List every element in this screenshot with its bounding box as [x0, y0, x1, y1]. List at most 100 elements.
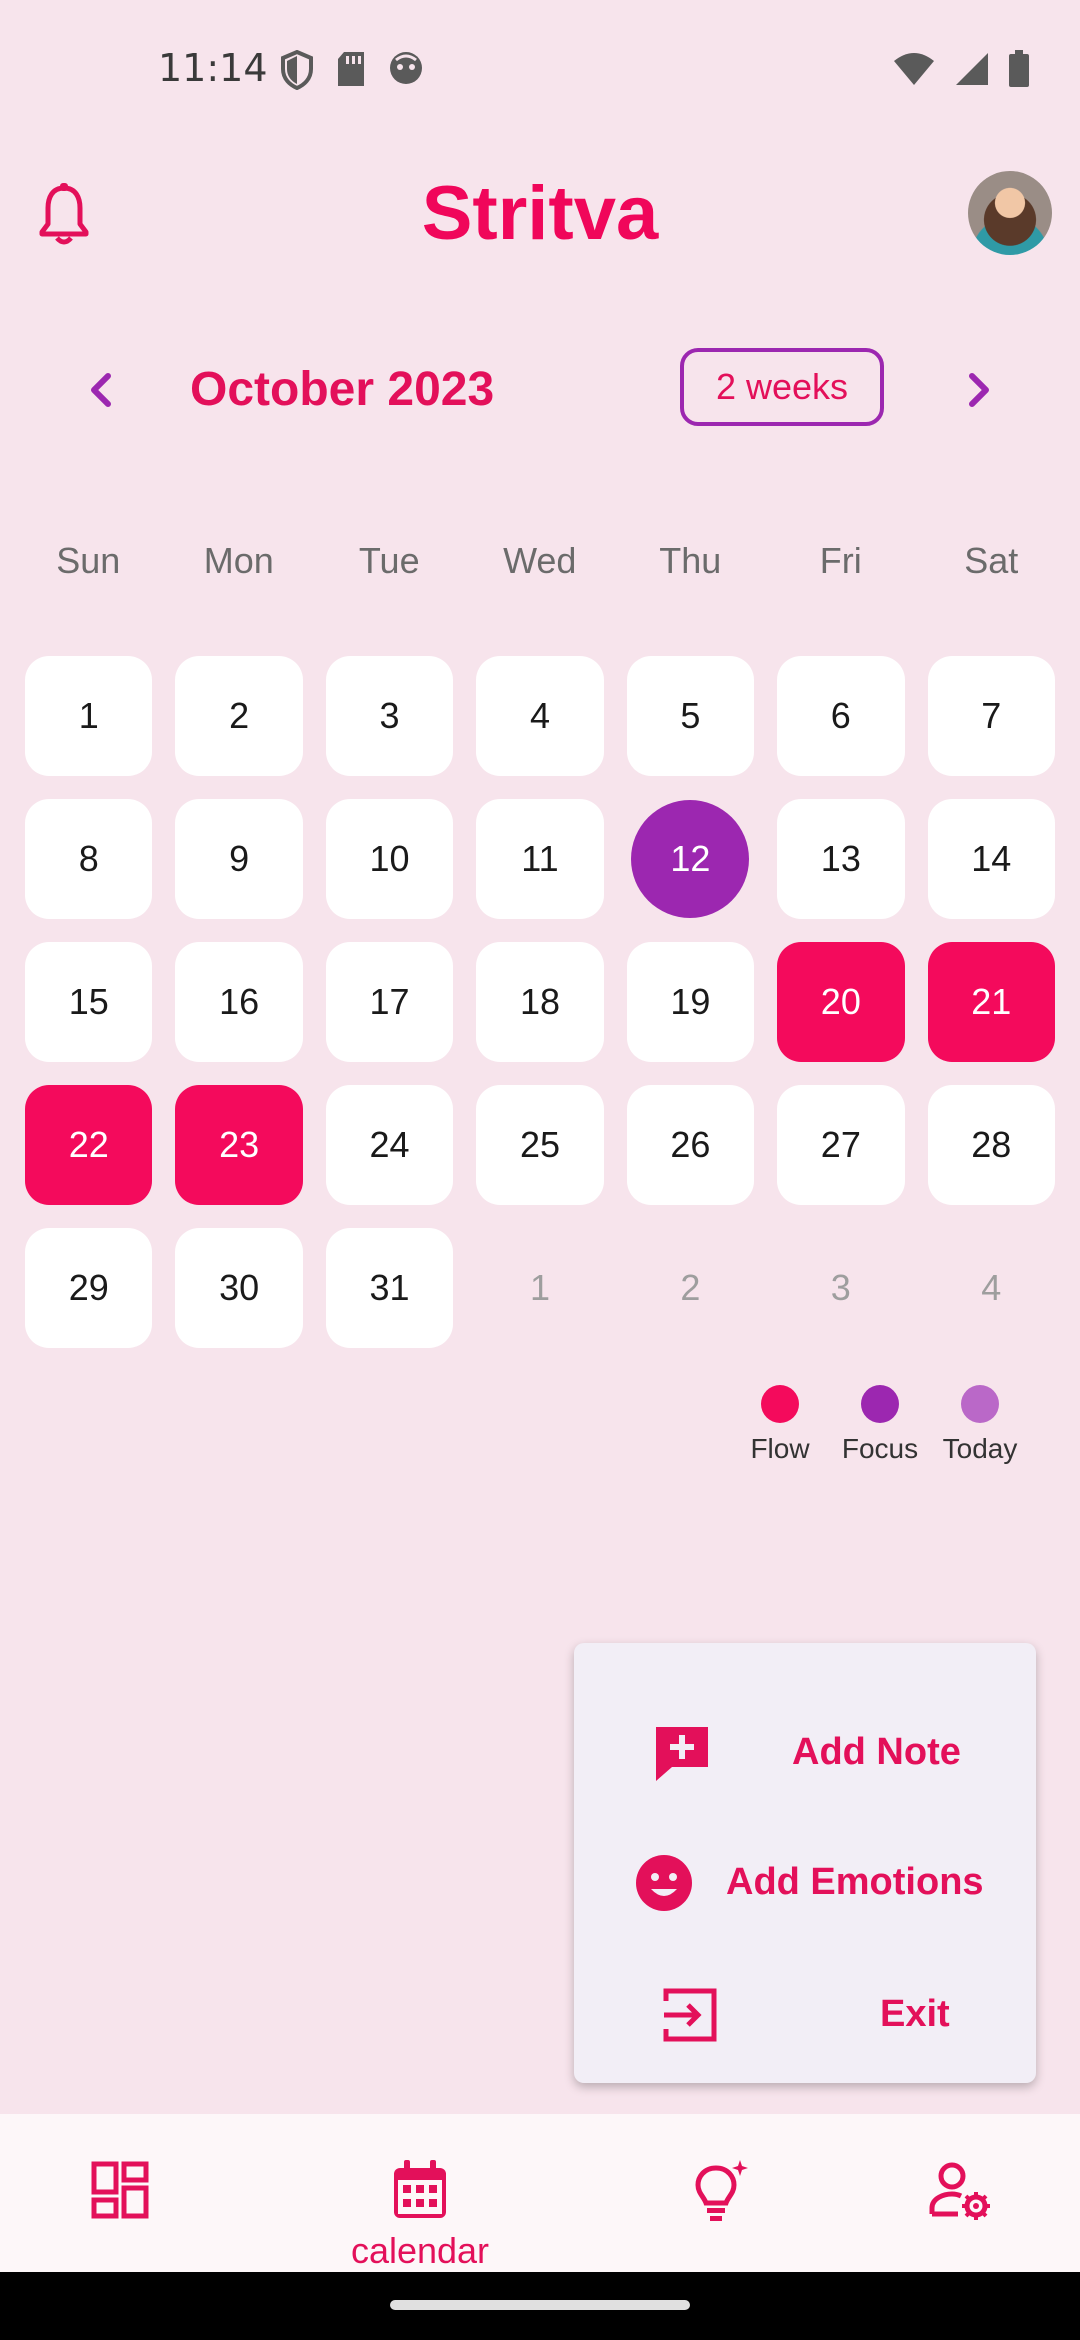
weekday-label: Wed [503, 540, 577, 581]
day-cell[interactable]: 17 [325, 942, 454, 1062]
day-number: 17 [369, 981, 410, 1022]
week-row: 15 16 17 18 19 20 21 [25, 942, 1055, 1062]
day-cell[interactable]: 21 [927, 942, 1055, 1062]
day-cell[interactable]: 19 [626, 942, 755, 1062]
avatar[interactable] [968, 171, 1052, 255]
day-cell[interactable]: 13 [777, 799, 905, 919]
day-cell[interactable]: 10 [325, 799, 454, 919]
day-cell[interactable]: 5 [626, 656, 755, 776]
add-note-menu-item[interactable]: Add Note [574, 1693, 1036, 1813]
exit-label: Exit [880, 1993, 950, 2035]
nav-profile-settings[interactable] [890, 2138, 1030, 2268]
chevron-right-icon[interactable] [956, 368, 1000, 412]
app-title: Stritva [421, 171, 659, 256]
day-number: 24 [369, 1124, 410, 1165]
day-number: 3 [379, 695, 400, 736]
weekday-header: Sun Mon Tue Wed Thu Fri Sat [13, 540, 1067, 582]
shield-icon [281, 50, 313, 90]
action-menu: Add Note Add Emotions Exit [574, 1643, 1036, 2083]
day-number: 1 [78, 695, 99, 736]
day-number: 19 [670, 981, 711, 1022]
day-cell[interactable]: 7 [927, 656, 1055, 776]
day-cell[interactable]: 14 [927, 799, 1055, 919]
week-row: 8 9 10 11 12 13 14 [25, 799, 1055, 919]
weekday-label: Mon [203, 540, 274, 581]
exit-icon [663, 1988, 717, 2042]
day-number: 2 [680, 1267, 701, 1308]
add-note-label: Add Note [792, 1731, 961, 1773]
day-cell[interactable]: 1 [25, 656, 153, 776]
day-number: 9 [229, 838, 250, 879]
range-toggle-button[interactable]: 2 weeks [680, 348, 884, 426]
day-number: 4 [529, 695, 550, 736]
month-label: October 2023 [190, 363, 495, 416]
nav-insights[interactable] [650, 2138, 790, 2268]
day-cell[interactable]: 23 [175, 1085, 303, 1205]
day-number: 15 [68, 981, 109, 1022]
day-number: 27 [820, 1124, 861, 1165]
legend-item: Focus [840, 1385, 920, 1465]
day-number: 1 [529, 1267, 550, 1308]
day-cell[interactable]: 30 [175, 1228, 303, 1348]
day-cell-adjacent-month: 3 [777, 1228, 904, 1348]
day-number: 26 [670, 1124, 711, 1165]
day-cell[interactable]: 22 [25, 1085, 153, 1205]
home-indicator[interactable] [390, 2300, 690, 2310]
lightbulb-sparkle-icon [695, 2160, 748, 2221]
signal-icon [956, 53, 988, 85]
day-cell[interactable]: 4 [476, 656, 604, 776]
day-cell[interactable]: 18 [476, 942, 604, 1062]
week-row: 29 30 31 1 2 3 4 [25, 1228, 1055, 1348]
day-cell[interactable]: 9 [175, 799, 303, 919]
face-icon [390, 52, 422, 84]
day-number: 20 [820, 981, 861, 1022]
day-cell-adjacent-month: 1 [476, 1228, 603, 1348]
exit-menu-item[interactable]: Exit [574, 1955, 1036, 2075]
weekday-label: Tue [358, 540, 420, 581]
day-cell[interactable]: 11 [476, 799, 604, 919]
day-cell[interactable]: 26 [626, 1085, 755, 1205]
day-number: 21 [971, 981, 1012, 1022]
day-number: 13 [820, 838, 861, 879]
day-cell-adjacent-month: 4 [928, 1228, 1055, 1348]
day-number: 16 [219, 981, 260, 1022]
day-number: 8 [78, 838, 99, 879]
legend-label: Focus [841, 1433, 919, 1464]
day-number: 3 [830, 1267, 851, 1308]
weekday-label: Sun [56, 540, 121, 581]
nav-dashboard[interactable] [50, 2138, 190, 2268]
gesture-bar [0, 2272, 1080, 2340]
calendar-icon [394, 2160, 446, 2218]
calendar-grid: 1 2 3 4 5 6 7 8 9 10 11 12 13 14 15 16 17 18 19 20 21 22 23 24 2… [25, 656, 1055, 1371]
day-cell[interactable]: 24 [325, 1085, 454, 1205]
bottom-navigation: calendar [0, 2114, 1080, 2272]
day-cell[interactable]: 27 [777, 1085, 905, 1205]
day-number: 5 [680, 695, 701, 736]
day-cell[interactable]: 2 [175, 656, 303, 776]
sd-card-icon [338, 52, 364, 86]
dashboard-icon [91, 2161, 149, 2219]
day-cell[interactable]: 8 [25, 799, 153, 919]
chevron-left-icon[interactable] [80, 368, 124, 412]
day-cell[interactable]: 15 [25, 942, 153, 1062]
month-navigation: October 2023 2 weeks [0, 340, 1080, 440]
day-number: 29 [68, 1267, 109, 1308]
add-emotions-menu-item[interactable]: Add Emotions [574, 1823, 1036, 1943]
day-number: 4 [981, 1267, 1002, 1308]
day-cell-adjacent-month: 2 [627, 1228, 754, 1348]
nav-calendar[interactable]: calendar [350, 2138, 490, 2271]
day-cell[interactable]: 29 [25, 1228, 153, 1348]
status-icons-left [280, 50, 424, 90]
day-cell[interactable]: 28 [927, 1085, 1055, 1205]
day-cell[interactable]: 25 [476, 1085, 604, 1205]
day-cell[interactable]: 12 [627, 799, 754, 919]
weekday-label: Fri [819, 540, 862, 581]
day-cell[interactable]: 3 [325, 656, 454, 776]
day-number: 7 [981, 695, 1002, 736]
day-cell[interactable]: 6 [777, 656, 905, 776]
day-cell[interactable]: 20 [777, 942, 905, 1062]
legend-item: Flow [740, 1385, 820, 1465]
day-cell[interactable]: 31 [325, 1228, 454, 1348]
day-cell[interactable]: 16 [175, 942, 303, 1062]
day-number: 22 [68, 1124, 109, 1165]
